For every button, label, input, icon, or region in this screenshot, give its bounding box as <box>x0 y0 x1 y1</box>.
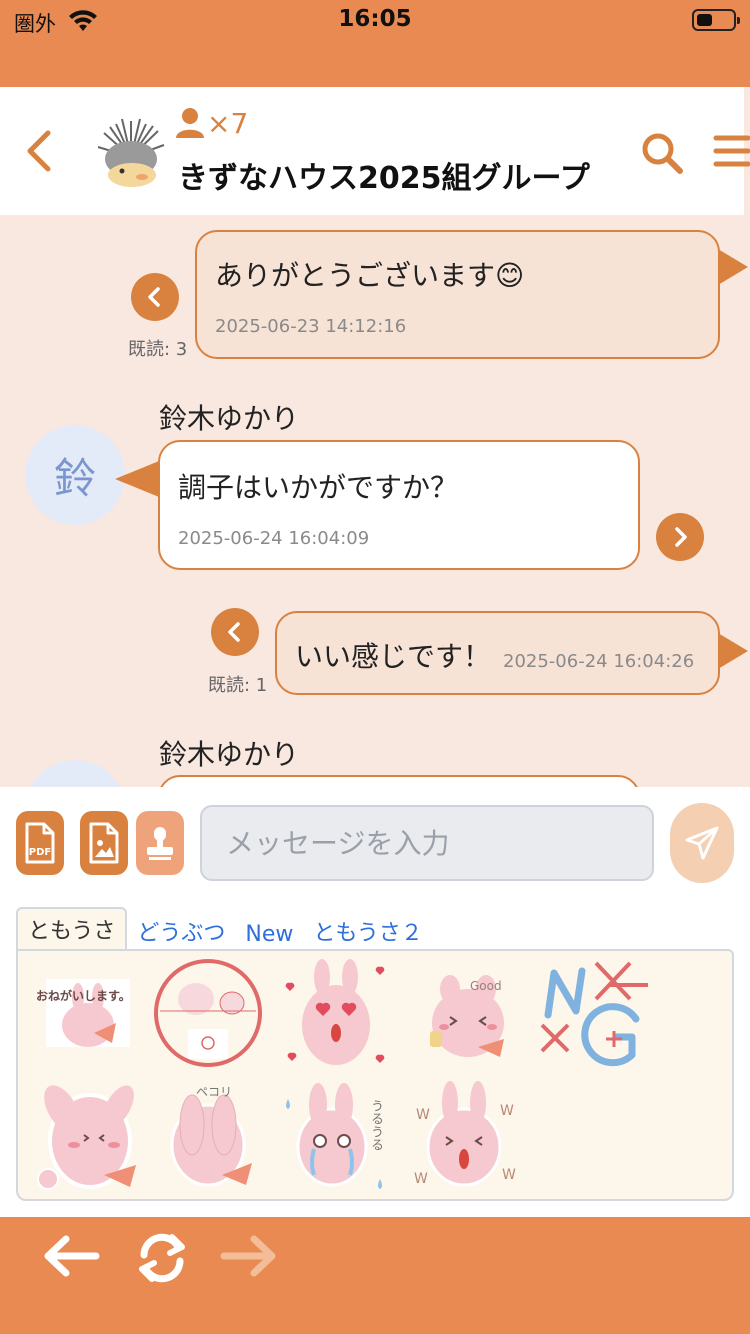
refresh-icon[interactable] <box>130 1231 194 1285</box>
sticker-text: ペコリ <box>196 1085 233 1099</box>
sticker-tabs: ともうさ どうぶつ New ともうさ２ <box>16 907 433 951</box>
sticker-ng[interactable] <box>536 959 648 1071</box>
send-button[interactable] <box>670 803 734 883</box>
person-icon <box>176 108 204 138</box>
avatar[interactable]: 鈴 <box>25 760 125 787</box>
circle-sticker-icon <box>154 959 262 1067</box>
message-composer: PDF <box>0 787 750 905</box>
read-receipt: 既読: 1 <box>208 675 268 696</box>
sticker-laugh[interactable]: W W W W <box>408 1079 520 1191</box>
ng-sticker-icon <box>540 961 648 1067</box>
good-bunny-icon <box>430 975 504 1057</box>
sticker-uruuru[interactable]: うるうる <box>280 1079 392 1191</box>
group-title: きずなハウス2025組グループ <box>178 161 590 196</box>
message-text: いい感じです！ <box>295 640 492 673</box>
forward-button[interactable] <box>656 513 704 561</box>
sticker-good[interactable]: Good <box>408 959 520 1071</box>
arrow-right-icon[interactable] <box>218 1231 282 1281</box>
chevron-left-icon <box>148 287 160 307</box>
clock: 16:05 <box>338 6 412 32</box>
smile-bunny-icon <box>37 1085 136 1190</box>
message-bubble-other[interactable] <box>158 775 640 787</box>
bubble-tail <box>718 249 748 285</box>
sticker-grid: おねがいします。 Good ペコリ うるうる W W W W <box>16 949 734 1201</box>
message-bubble-mine[interactable]: いい感じです！ 2025-06-24 16:04:26 <box>275 611 720 695</box>
menu-icon[interactable] <box>712 133 750 169</box>
member-count-label: ×7 <box>207 106 249 140</box>
heart-bunny-icon <box>285 959 385 1065</box>
sticker-text: うるうる <box>368 1099 383 1151</box>
attach-image-button[interactable] <box>80 811 128 875</box>
message-timestamp: 2025-06-23 14:12:16 <box>215 316 407 337</box>
sticker-text: Good <box>470 979 502 993</box>
smile-emoji: 😊 <box>495 259 525 292</box>
message-timestamp: 2025-06-24 16:04:09 <box>178 528 370 549</box>
laughing-bunny-icon: W W W W <box>414 1081 516 1187</box>
hedgehog-avatar[interactable] <box>92 115 170 193</box>
bubble-tail <box>718 633 748 669</box>
tab-new[interactable]: New <box>235 918 303 951</box>
bunny-sticker-icon <box>46 979 130 1047</box>
tab-tomousa-2[interactable]: ともうさ２ <box>303 911 432 951</box>
svg-text:W: W <box>416 1107 430 1123</box>
member-count: ×7 <box>175 105 248 141</box>
sticker-panel: ともうさ どうぶつ New ともうさ２ おねがいします。 Good ペコリ うる… <box>0 905 750 1217</box>
message-text: 調子はいかがですか？ <box>178 471 459 504</box>
svg-text:W: W <box>500 1103 514 1119</box>
pdf-label: PDF <box>29 847 51 858</box>
sticker-heart-eyes[interactable] <box>280 959 392 1071</box>
pdf-icon: PDF <box>25 822 55 864</box>
attach-pdf-button[interactable]: PDF <box>16 811 64 875</box>
bottom-nav <box>0 1217 750 1334</box>
sticker-text: おねがいします。 <box>36 989 131 1003</box>
arrow-left-icon[interactable] <box>38 1231 102 1281</box>
sticker-pekori[interactable]: ペコリ <box>152 1079 264 1191</box>
stamp-icon <box>147 827 173 860</box>
status-bar: 圏外 16:05 <box>0 0 750 87</box>
chevron-left-icon[interactable] <box>22 127 56 175</box>
search-icon[interactable] <box>640 131 684 175</box>
chevron-right-icon <box>675 527 687 547</box>
sender-name: 鈴木ゆかり <box>159 738 300 771</box>
tab-doubutsu[interactable]: どうぶつ <box>127 911 235 951</box>
avatar[interactable]: 鈴 <box>25 425 125 525</box>
svg-text:W: W <box>414 1171 428 1187</box>
message-input[interactable] <box>200 805 654 881</box>
send-icon <box>685 826 719 860</box>
chat-header: ×7 きずなハウス2025組グループ <box>0 87 750 215</box>
chevron-left-icon <box>228 622 240 642</box>
battery-fill <box>697 14 712 26</box>
read-receipt: 既読: 3 <box>128 339 188 360</box>
message-text: ありがとうございます😊 <box>215 259 525 292</box>
sticker-circle[interactable] <box>152 959 264 1071</box>
message-list[interactable]: 既読: 3 ありがとうございます😊 2025-06-23 14:12:16 鈴木… <box>0 215 750 787</box>
bubble-tail <box>115 461 159 497</box>
message-timestamp: 2025-06-24 16:04:26 <box>503 651 695 672</box>
message-bubble-other[interactable]: 調子はいかがですか？ 2025-06-24 16:04:09 <box>158 440 640 570</box>
sticker-onegai[interactable]: おねがいします。 <box>32 959 144 1071</box>
svg-text:W: W <box>502 1167 516 1183</box>
tab-tomousa[interactable]: ともうさ <box>16 907 128 951</box>
reply-button[interactable] <box>131 273 179 321</box>
sticker-smile-bunny[interactable] <box>32 1079 144 1191</box>
reply-button[interactable] <box>211 608 259 656</box>
sender-name: 鈴木ゆかり <box>159 402 300 435</box>
battery-icon <box>692 9 740 31</box>
message-bubble-mine[interactable]: ありがとうございます😊 2025-06-23 14:12:16 <box>195 230 720 359</box>
stamp-button[interactable] <box>136 811 184 875</box>
image-icon <box>89 822 119 864</box>
